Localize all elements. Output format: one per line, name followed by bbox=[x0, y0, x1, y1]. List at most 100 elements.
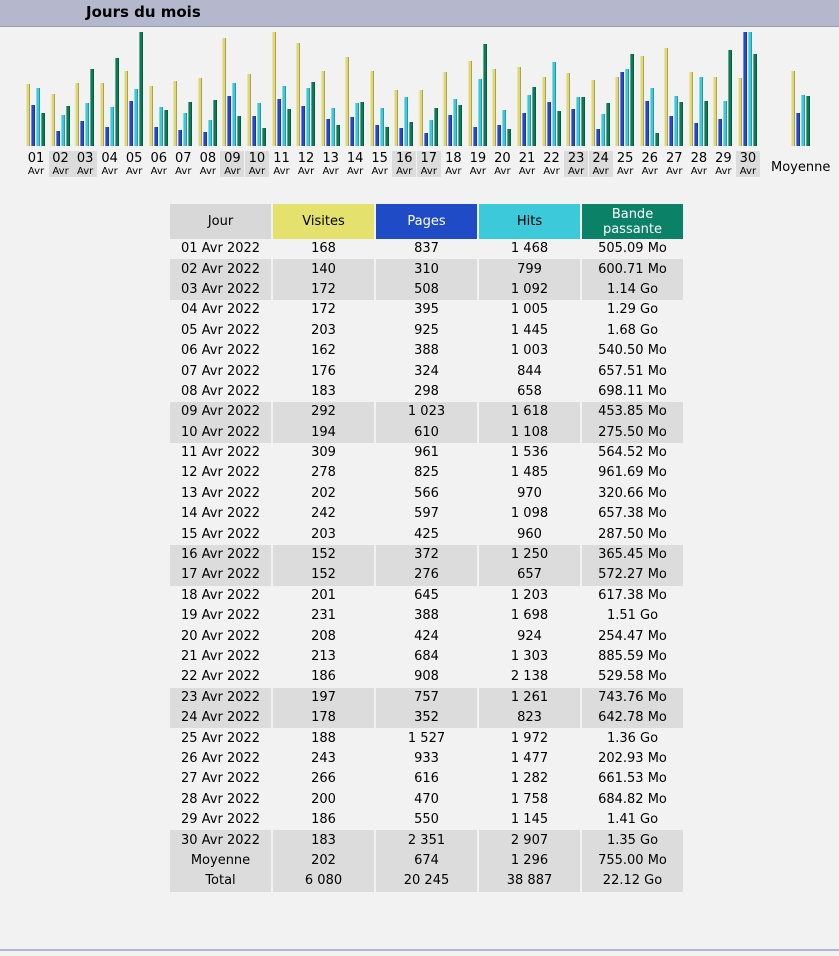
bar-bande-passante-03 bbox=[90, 69, 95, 146]
chart-day-label: 24 Avr bbox=[588, 151, 613, 177]
chart-month-label: Avr bbox=[346, 166, 364, 177]
bar-hits-12 bbox=[306, 88, 311, 146]
bar-pages-25 bbox=[620, 72, 625, 146]
bar-hits-29 bbox=[723, 101, 728, 146]
table-summary-row: Moyenne 202 674 1 296 755.00 Mo bbox=[170, 850, 683, 872]
bar-visites-12 bbox=[296, 43, 301, 146]
chart-month-label: Avr bbox=[396, 166, 413, 177]
cell-visits: 201 bbox=[311, 587, 336, 603]
chart-day-number: 14 bbox=[346, 151, 364, 166]
chart-month-label: Avr bbox=[175, 166, 192, 177]
bar-visites-23 bbox=[566, 73, 571, 146]
chart-day-label: 26 Avr bbox=[638, 151, 662, 177]
bar-visites-29 bbox=[713, 77, 718, 146]
chart-month-label: Avr bbox=[567, 166, 585, 177]
cell-bandwidth: 275.50 Mo bbox=[582, 422, 683, 443]
cell-bandwidth: 961.69 Mo bbox=[598, 465, 667, 481]
cell-hits: 844 bbox=[517, 363, 542, 379]
bar-visites-28 bbox=[688, 72, 693, 146]
chart-day-label: 13 Avr bbox=[319, 151, 343, 177]
bar-bande-passante-19 bbox=[482, 44, 487, 146]
cell-day: 01 Avr 2022 bbox=[180, 241, 261, 257]
cell-hits: 1 485 bbox=[510, 465, 549, 481]
table-row: 25 Avr 2022 188 1 527 1 972 1.36 Go bbox=[170, 728, 683, 748]
chart-month-label: Avr bbox=[52, 166, 69, 177]
cell-day: 14 Avr 2022 bbox=[180, 506, 261, 522]
table-row: 03 Avr 2022 172 508 1 092 1.14 Go bbox=[170, 279, 683, 301]
table-header-row: Jour Visites Pages Hits Bande passante bbox=[170, 204, 683, 239]
chart-day-label: 22 Avr bbox=[540, 151, 564, 177]
cell-hits: 1 098 bbox=[510, 506, 549, 522]
cell-hits: 1 303 bbox=[510, 649, 549, 664]
bar-visites-06 bbox=[148, 86, 153, 146]
chart-month-label: Avr bbox=[273, 166, 290, 177]
bar-bande-passante-16 bbox=[409, 122, 414, 146]
chart-day-number: 08 bbox=[199, 151, 217, 166]
bar-bande-passante-28 bbox=[703, 101, 708, 146]
cell-bandwidth: 1.68 Go bbox=[606, 322, 659, 338]
chart-month-label: Avr bbox=[27, 166, 45, 177]
chart-day-number: 28 bbox=[690, 151, 708, 166]
section-header: Jours du mois bbox=[0, 0, 839, 26]
cell-pages: 388 bbox=[414, 343, 439, 359]
col-header-visits: Visites bbox=[273, 204, 374, 239]
cell-hits: 2 138 bbox=[510, 669, 549, 685]
bar-hits-25 bbox=[625, 69, 630, 146]
chart-day-label: 07 Avr bbox=[171, 151, 195, 177]
cell-hits: 2 907 bbox=[479, 830, 580, 851]
bar-hits-09 bbox=[232, 83, 237, 146]
cell-day: 28 Avr 2022 bbox=[180, 791, 261, 807]
cell-day: 12 Avr 2022 bbox=[180, 465, 261, 481]
chart-month-label: Avr bbox=[150, 166, 167, 177]
chart-day-number: 26 bbox=[641, 151, 659, 166]
chart-day-label: 06 Avr bbox=[147, 151, 171, 177]
bar-pages-09 bbox=[227, 96, 232, 146]
bar-pages-moyenne bbox=[796, 113, 800, 146]
chart-day-number: 09 bbox=[224, 151, 241, 166]
chart-day-number: 12 bbox=[297, 151, 315, 166]
cell-pages: 310 bbox=[376, 259, 477, 280]
table-row: 02 Avr 2022 140 310 799 600.71 Mo bbox=[170, 259, 683, 280]
cell-bandwidth: 505.09 Mo bbox=[598, 241, 667, 257]
cell-day: 18 Avr 2022 bbox=[180, 587, 261, 603]
cell-pages: 298 bbox=[414, 383, 439, 399]
bar-pages-03 bbox=[80, 121, 85, 146]
chart-day-number: 05 bbox=[125, 151, 143, 166]
cell-bandwidth: 657.51 Mo bbox=[598, 363, 667, 379]
cell-pages: 908 bbox=[414, 669, 439, 685]
cell-visits: 140 bbox=[273, 259, 374, 280]
cell-visits: 188 bbox=[311, 730, 336, 746]
cell-bandwidth: 287.50 Mo bbox=[598, 526, 667, 542]
bar-hits-06 bbox=[158, 107, 163, 146]
bar-pages-12 bbox=[301, 106, 306, 146]
cell-bandwidth: 600.71 Mo bbox=[582, 259, 683, 280]
cell-bandwidth: 657.38 Mo bbox=[598, 506, 667, 522]
cell-day: 21 Avr 2022 bbox=[180, 649, 261, 664]
bar-hits-26 bbox=[649, 88, 654, 146]
bar-hits-18 bbox=[453, 99, 458, 146]
chart-month-label: Avr bbox=[445, 166, 462, 177]
chart-day-label: 28 Avr bbox=[687, 151, 711, 177]
cell-hits: 1 203 bbox=[510, 587, 549, 603]
cell-day: 17 Avr 2022 bbox=[170, 565, 271, 586]
chart-day-number: 03 bbox=[76, 151, 94, 166]
chart-day-number: 15 bbox=[371, 151, 388, 166]
chart-day-label: 09 Avr bbox=[220, 151, 245, 177]
bar-visites-26 bbox=[639, 56, 644, 146]
table-row: 23 Avr 2022 197 757 1 261 743.76 Mo bbox=[170, 687, 683, 708]
chart-day-number: 10 bbox=[248, 151, 266, 166]
bar-bande-passante-11 bbox=[286, 109, 291, 146]
cell-visits: 202 bbox=[311, 485, 336, 501]
col-header-hits: Hits bbox=[479, 204, 580, 239]
cell-hits: 960 bbox=[517, 526, 542, 542]
cell-hits: 1 477 bbox=[510, 750, 549, 766]
cell-visits: 172 bbox=[311, 302, 336, 318]
bar-pages-19 bbox=[472, 127, 477, 146]
bar-visites-11 bbox=[271, 32, 276, 146]
cell-pages: 597 bbox=[414, 506, 439, 522]
bar-hits-30 bbox=[747, 32, 752, 146]
chart-month-label: Avr bbox=[297, 166, 315, 177]
chart-day-label: 04 Avr bbox=[98, 151, 122, 177]
bar-pages-26 bbox=[644, 101, 649, 146]
cell-visits: 6 080 bbox=[273, 871, 374, 892]
